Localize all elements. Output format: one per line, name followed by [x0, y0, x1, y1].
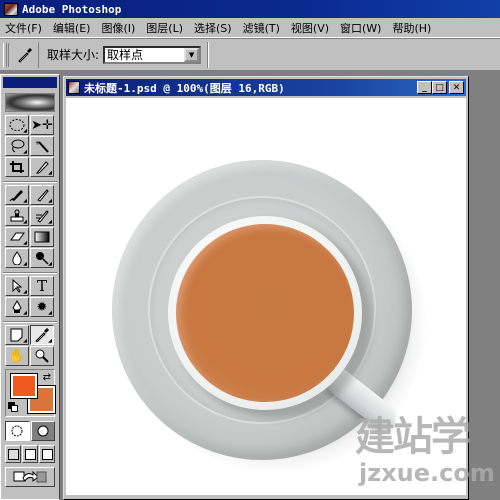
full-screen-mode-button[interactable] — [39, 445, 55, 463]
swap-colors-icon[interactable]: ⇄ — [43, 372, 51, 383]
custom-shape-icon: ✹ — [36, 299, 48, 315]
menu-view[interactable]: 视图(V) — [286, 20, 335, 36]
jump-to-icon — [13, 470, 47, 483]
tool-group-select: ◢ ➤✛ ◢ ✳ ◢ — [5, 115, 55, 177]
window-controls: _ □ ✕ — [417, 81, 464, 94]
gradient-tool[interactable] — [30, 227, 54, 247]
screen-mode-icon — [24, 448, 36, 460]
toolbox-separator — [3, 268, 57, 273]
eyedropper-icon — [17, 47, 32, 63]
crop-icon — [10, 161, 24, 173]
close-button[interactable]: ✕ — [449, 81, 464, 94]
dodge-tool[interactable]: ◢ — [30, 248, 54, 268]
chevron-down-icon[interactable]: ▼ — [184, 47, 200, 62]
tool-group-other: ◢ ◢ ✋ — [5, 325, 55, 366]
default-colors-icon[interactable] — [8, 402, 18, 412]
document-window: 未标题-1.psd @ 100%(图层 16,RGB) _ □ ✕ — [63, 76, 469, 500]
photoshop-app: Adobe Photoshop 文件(F) 编辑(E) 图像(I) 图层(L) … — [0, 0, 500, 500]
photoshop-eye-icon — [4, 2, 18, 16]
tea-surface — [176, 224, 354, 402]
options-bar-grip[interactable] — [3, 42, 9, 67]
slice-tool[interactable]: ◢ — [30, 157, 54, 177]
magnifier-icon — [35, 349, 49, 363]
toolbox-separator — [3, 317, 57, 322]
mask-mode-group — [5, 421, 55, 441]
move-icon: ➤✛ — [31, 117, 53, 133]
lasso-tool[interactable]: ◢ — [5, 136, 29, 156]
options-separator — [207, 41, 210, 68]
jump-to-imageready-button[interactable] — [5, 467, 55, 487]
menu-help[interactable]: 帮助(H) — [387, 20, 437, 36]
adobe-eye-logo[interactable] — [5, 93, 55, 112]
screen-mode-icon — [7, 448, 19, 460]
foreground-color-swatch[interactable] — [10, 373, 38, 399]
menu-edit[interactable]: 编辑(E) — [48, 20, 97, 36]
hand-tool[interactable]: ✋ — [5, 346, 29, 366]
toolbox-separator — [3, 177, 57, 182]
move-tool[interactable]: ➤✛ — [30, 115, 54, 135]
screen-mode-icon — [41, 448, 53, 460]
app-titlebar: Adobe Photoshop — [0, 0, 500, 18]
app-title: Adobe Photoshop — [22, 2, 122, 16]
toolbox-titlebar[interactable] — [3, 77, 57, 88]
menu-file[interactable]: 文件(F) — [0, 20, 48, 36]
magic-wand-tool[interactable]: ✳ — [30, 136, 54, 156]
menu-filter[interactable]: 滤镜(T) — [238, 20, 286, 36]
custom-shape-tool[interactable]: ✹ ◢ — [30, 297, 54, 317]
hand-icon: ✋ — [8, 348, 26, 364]
eyedropper-tool[interactable]: ◢ — [30, 325, 54, 345]
document-titlebar[interactable]: 未标题-1.psd @ 100%(图层 16,RGB) — [66, 79, 466, 96]
sample-size-value: 取样点 — [107, 48, 144, 62]
menu-layer[interactable]: 图层(L) — [141, 20, 189, 36]
full-screen-menu-mode-button[interactable] — [22, 445, 38, 463]
sample-size-label: 取样大小: — [47, 48, 100, 62]
eraser-tool[interactable]: ◢ — [5, 227, 29, 247]
tool-group-paint: ◢ ◢ ◢ ◢ ◢ ◢ ◢ — [5, 185, 55, 268]
tool-group-vector: ◢ T ◢ ✹ ◢ — [5, 276, 55, 317]
document-title: 未标题-1.psd @ 100%(图层 16,RGB) — [84, 81, 285, 95]
menu-select[interactable]: 选择(S) — [189, 20, 238, 36]
pen-tool[interactable]: ◢ — [5, 297, 29, 317]
menu-image[interactable]: 图像(I) — [96, 20, 141, 36]
image-canvas[interactable] — [66, 98, 466, 495]
clone-stamp-tool[interactable]: ◢ — [5, 206, 29, 226]
screen-mode-group — [5, 445, 55, 463]
document-icon — [68, 81, 80, 94]
zoom-tool[interactable] — [30, 346, 54, 366]
notes-tool[interactable]: ◢ — [5, 325, 29, 345]
standard-screen-mode-button[interactable] — [5, 445, 21, 463]
healing-brush-tool[interactable]: ◢ — [5, 185, 29, 205]
path-selection-tool[interactable]: ◢ — [5, 276, 29, 296]
standard-mode-icon — [11, 425, 23, 437]
quick-mask-icon — [37, 425, 49, 437]
history-brush-tool[interactable]: ◢ — [30, 206, 54, 226]
type-icon: T — [36, 277, 47, 295]
maximize-button[interactable]: □ — [432, 81, 447, 94]
toolbox: ◢ ➤✛ ◢ ✳ ◢ ◢ ◢ ◢ ◢ ◢ ◢ ◢ ◢ T ◢ ✹ ◢ ◢ ◢ ✋… — [0, 74, 60, 500]
brush-tool[interactable]: ◢ — [30, 185, 54, 205]
quick-mask-button[interactable] — [30, 421, 55, 441]
tool-preset-picker[interactable] — [11, 41, 39, 68]
marquee-tool[interactable]: ◢ — [5, 115, 29, 135]
type-tool[interactable]: T — [30, 276, 54, 296]
menubar: 文件(F) 编辑(E) 图像(I) 图层(L) 选择(S) 滤镜(T) 视图(V… — [0, 18, 500, 38]
magic-wand-icon: ✳ — [35, 140, 49, 153]
standard-mode-button[interactable] — [5, 421, 30, 441]
color-swatches: ⇄ — [5, 369, 56, 417]
svg-text:✳: ✳ — [35, 140, 40, 147]
minimize-button[interactable]: _ — [417, 81, 432, 94]
menu-window[interactable]: 窗口(W) — [335, 20, 387, 36]
crop-tool[interactable] — [5, 157, 29, 177]
sample-size-select[interactable]: 取样点 ▼ — [103, 45, 202, 64]
gradient-icon — [34, 231, 50, 243]
blur-tool[interactable]: ◢ — [5, 248, 29, 268]
options-bar: 取样大小: 取样点 ▼ — [0, 38, 500, 70]
